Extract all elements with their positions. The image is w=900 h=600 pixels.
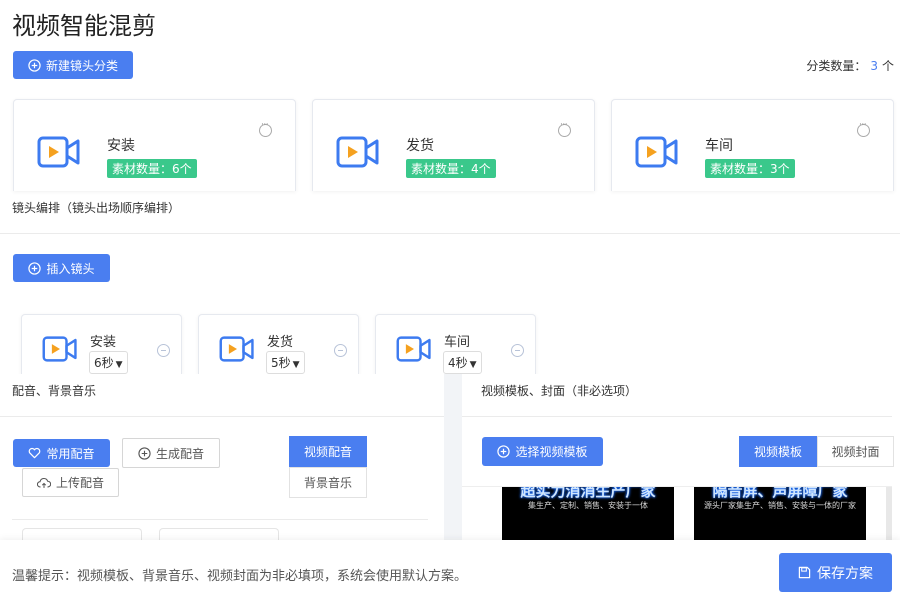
- duration-select[interactable]: 5秒 ▼: [266, 351, 305, 374]
- scrollbar[interactable]: [886, 487, 892, 540]
- shot-name: 车间: [444, 335, 471, 350]
- common-voice-button[interactable]: 常用配音: [13, 439, 110, 467]
- remove-shot-icon[interactable]: [334, 344, 347, 357]
- category-count-label: 分类数量：: [806, 59, 867, 73]
- new-category-button[interactable]: 新建镜头分类: [13, 51, 133, 79]
- category-card[interactable]: 安装 素材数量：6个: [13, 99, 296, 191]
- shot-card[interactable]: 发货 5秒 ▼: [198, 314, 359, 374]
- divider: [0, 233, 900, 234]
- audio-panel: 配音、背景音乐 常用配音 生成配音 上传配音 视频配音 背景音乐: [0, 374, 444, 542]
- duration-select[interactable]: 6秒 ▼: [89, 351, 128, 374]
- generate-voice-button[interactable]: 生成配音: [122, 438, 220, 468]
- divider: [0, 416, 444, 417]
- video-camera-icon: [37, 136, 80, 168]
- video-camera-icon: [219, 336, 254, 362]
- arrangement-section-label: 镜头编排（镜头出场顺序编排）: [12, 201, 181, 215]
- category-card[interactable]: 车间 素材数量：3个: [611, 99, 894, 191]
- heart-icon: [29, 447, 41, 459]
- caret-down-icon: ▼: [292, 360, 300, 370]
- more-options-icon[interactable]: [857, 120, 870, 137]
- template-subline: 集生产、定制、销售、安装于一体: [528, 501, 648, 510]
- tab-video-voice[interactable]: 视频配音: [289, 436, 367, 467]
- tab-video-cover[interactable]: 视频封面: [817, 436, 894, 467]
- video-camera-icon: [635, 136, 678, 168]
- more-options-icon[interactable]: [558, 120, 571, 137]
- insert-shot-button[interactable]: 插入镜头: [13, 254, 110, 282]
- plus-circle-icon: [497, 445, 511, 458]
- audio-section-label: 配音、背景音乐: [12, 384, 97, 398]
- generate-voice-label: 生成配音: [155, 446, 204, 461]
- duration-select[interactable]: 4秒 ▼: [443, 351, 482, 374]
- duration-value: 4秒: [448, 356, 468, 370]
- category-name: 发货: [406, 138, 434, 154]
- divider: [462, 416, 892, 417]
- save-icon: [798, 566, 811, 579]
- template-thumbnail[interactable]: 隔音屏、声屏障厂家 源头厂家集生产、销售、安装与一体的厂家: [694, 487, 866, 540]
- shot-name: 安装: [90, 335, 117, 350]
- plus-circle-icon: [28, 58, 41, 72]
- duration-value: 5秒: [271, 356, 291, 370]
- category-count-unit: 个: [881, 59, 894, 73]
- video-camera-icon: [336, 136, 379, 168]
- material-count-badge: 素材数量：4个: [406, 159, 496, 178]
- template-section-label: 视频模板、封面（非必选项）: [481, 384, 638, 398]
- category-name: 车间: [705, 138, 733, 154]
- insert-shot-label: 插入镜头: [46, 261, 95, 276]
- page-title: 视频智能混剪: [12, 12, 156, 40]
- material-count-badge: 素材数量：6个: [107, 159, 197, 178]
- category-card[interactable]: 发货 素材数量：4个: [312, 99, 595, 191]
- remove-shot-icon[interactable]: [511, 344, 524, 357]
- category-count-value: 3: [870, 59, 878, 73]
- cloud-upload-icon: [36, 477, 51, 488]
- template-headline: 隔音屏、声屏障厂家: [712, 487, 848, 500]
- video-camera-icon: [42, 336, 77, 362]
- shot-card[interactable]: 安装 6秒 ▼: [21, 314, 182, 374]
- save-plan-button[interactable]: 保存方案: [779, 553, 892, 592]
- tab-background-music[interactable]: 背景音乐: [289, 467, 367, 498]
- remove-shot-icon[interactable]: [157, 344, 170, 357]
- template-headline: 超实力消消生产厂家: [520, 487, 656, 500]
- upload-voice-label: 上传配音: [55, 476, 104, 490]
- upload-voice-button[interactable]: 上传配音: [22, 468, 119, 497]
- select-template-button[interactable]: 选择视频模板: [482, 437, 603, 466]
- common-voice-label: 常用配音: [46, 446, 95, 461]
- shot-name: 发货: [267, 335, 294, 350]
- category-name: 安装: [107, 138, 135, 154]
- caret-down-icon: ▼: [469, 360, 477, 370]
- plus-circle-icon: [138, 446, 151, 460]
- caret-down-icon: ▼: [115, 360, 123, 370]
- divider: [12, 519, 428, 520]
- save-plan-label: 保存方案: [817, 565, 873, 582]
- template-thumbnail[interactable]: 超实力消消生产厂家 集生产、定制、销售、安装于一体: [502, 487, 674, 540]
- material-count-badge: 素材数量：3个: [705, 159, 795, 178]
- panel-gutter: [444, 374, 462, 540]
- select-template-label: 选择视频模板: [515, 445, 588, 459]
- more-options-icon[interactable]: [259, 120, 272, 137]
- category-count: 分类数量： 3 个: [806, 57, 894, 74]
- tab-video-template[interactable]: 视频模板: [739, 436, 817, 467]
- video-camera-icon: [396, 336, 431, 362]
- duration-value: 6秒: [94, 356, 114, 370]
- plus-circle-icon: [28, 261, 42, 275]
- template-panel: 视频模板、封面（非必选项） 选择视频模板 视频模板 视频封面 超实力消消生产厂家…: [462, 374, 900, 540]
- footer-hint: 温馨提示：视频模板、背景音乐、视频封面为非必填项，系统会使用默认方案。: [12, 569, 468, 584]
- shot-card[interactable]: 车间 4秒 ▼: [375, 314, 536, 374]
- template-subline: 源头厂家集生产、销售、安装与一体的厂家: [704, 501, 856, 510]
- new-category-label: 新建镜头分类: [45, 58, 118, 73]
